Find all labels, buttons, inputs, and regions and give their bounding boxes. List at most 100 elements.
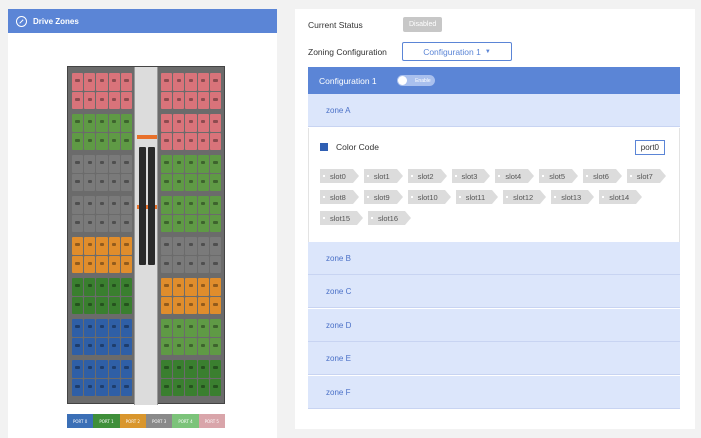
slot-chip[interactable]: slot3 [451, 169, 491, 183]
drive-bay [159, 358, 223, 398]
drive-slot [209, 337, 221, 355]
zone-row-b[interactable]: zone B [308, 242, 680, 275]
drive-bay [70, 317, 134, 357]
drive-slot [161, 278, 173, 296]
drive-slot [84, 132, 96, 150]
drive-slot [209, 319, 221, 337]
slot-chip[interactable]: slot11 [455, 190, 499, 204]
drive-slot [197, 296, 209, 314]
slot-chip[interactable]: slot6 [583, 169, 622, 183]
drive-slot [72, 91, 84, 109]
drive-slot [84, 73, 96, 91]
drive-slot [96, 337, 108, 355]
slot-chip[interactable]: slot2 [407, 169, 447, 183]
zone-row-f[interactable]: zone F [308, 376, 680, 409]
drive-slot [72, 337, 84, 355]
drive-slot [173, 114, 185, 132]
drive-slot [197, 173, 209, 191]
slot-list: slot0 slot1 slot2 slot3 slot4 slot5 slot6 slot7… [320, 169, 680, 225]
slot-chip[interactable]: slot9 [363, 190, 403, 204]
port-legend: PORT 0 PORT 1 PORT 2 PORT 3 PORT 4 PORT … [67, 414, 225, 428]
drive-slot [209, 132, 221, 150]
slot-chip[interactable]: slot7 [626, 169, 666, 183]
drive-slot [72, 319, 84, 337]
slot-chip[interactable]: slot1 [363, 169, 403, 183]
enable-toggle[interactable]: Enable [396, 75, 435, 86]
zone-label: zone F [326, 387, 351, 397]
slot-chip[interactable]: slot5 [539, 169, 578, 183]
color-code-row: Color Code [320, 142, 379, 152]
drive-slot [173, 196, 185, 214]
drive-slot [197, 237, 209, 255]
drive-slot [209, 214, 221, 232]
drive-slot [161, 296, 173, 314]
drive-slot [185, 319, 197, 337]
drive-slot [120, 114, 132, 132]
drive-slot [84, 255, 96, 273]
slot-chip[interactable]: slot10 [407, 190, 451, 204]
configuration-dropdown[interactable]: Configuration 1 ▼ [402, 42, 512, 61]
drive-bay [70, 276, 134, 316]
drive-slot [84, 237, 96, 255]
drive-slot [185, 378, 197, 396]
drive-slot [96, 114, 108, 132]
drive-bay [159, 317, 223, 357]
drive-bay [70, 235, 134, 275]
drive-slot [173, 91, 185, 109]
current-status-label: Current Status [308, 19, 363, 30]
port-select[interactable]: port0 [634, 140, 665, 155]
color-code-swatch[interactable] [320, 143, 328, 151]
drive-bay [70, 153, 134, 193]
drive-slot [161, 360, 173, 378]
drive-slot [84, 114, 96, 132]
drive-bay [70, 71, 134, 111]
drive-slot [209, 196, 221, 214]
drive-slot [96, 255, 108, 273]
drive-slot [185, 173, 197, 191]
drive-slot [108, 91, 120, 109]
slot-chip[interactable]: slot16 [368, 211, 412, 225]
drive-slot [108, 296, 120, 314]
drive-bay [70, 112, 134, 152]
drive-slot [197, 114, 209, 132]
slot-chip[interactable]: slot4 [495, 169, 535, 183]
drive-bay [70, 358, 134, 398]
slot-chip[interactable]: slot14 [599, 190, 643, 204]
port-legend-item: PORT 1 [93, 414, 120, 428]
slot-chip[interactable]: slot15 [320, 211, 364, 225]
slot-chip[interactable]: slot13 [551, 190, 595, 204]
zone-row-e[interactable]: zone E [308, 342, 680, 375]
drive-slot [161, 319, 173, 337]
slot-chip[interactable]: slot0 [320, 169, 359, 183]
drive-slot [209, 91, 221, 109]
drive-slot [72, 132, 84, 150]
drive-slot [72, 173, 84, 191]
drive-slot [185, 214, 197, 232]
drive-slot [84, 296, 96, 314]
drive-slot [173, 73, 185, 91]
zone-row-a[interactable]: zone A [308, 94, 680, 127]
drive-slot [120, 155, 132, 173]
drive-slot [120, 319, 132, 337]
drive-slot [108, 114, 120, 132]
drive-slot [185, 73, 197, 91]
controller-module [139, 147, 146, 265]
drive-slot [108, 337, 120, 355]
zone-row-d[interactable]: zone D [308, 309, 680, 342]
drive-slot [173, 378, 185, 396]
drive-slot [173, 155, 185, 173]
drive-slot [96, 73, 108, 91]
drive-slot [108, 173, 120, 191]
slot-chip[interactable]: slot8 [320, 190, 359, 204]
drive-slot [96, 91, 108, 109]
drive-slot [108, 378, 120, 396]
drive-slot [209, 360, 221, 378]
drive-slot [72, 360, 84, 378]
controller-module [148, 147, 155, 265]
drive-bay [159, 153, 223, 193]
slot-chip[interactable]: slot12 [503, 190, 547, 204]
drive-slot [120, 196, 132, 214]
zone-row-c[interactable]: zone C [308, 275, 680, 308]
drive-zones-panel: Drive Zones PORT 0 PORT 1 PORT 2 PORT 3 … [8, 9, 277, 438]
drive-slot [120, 132, 132, 150]
